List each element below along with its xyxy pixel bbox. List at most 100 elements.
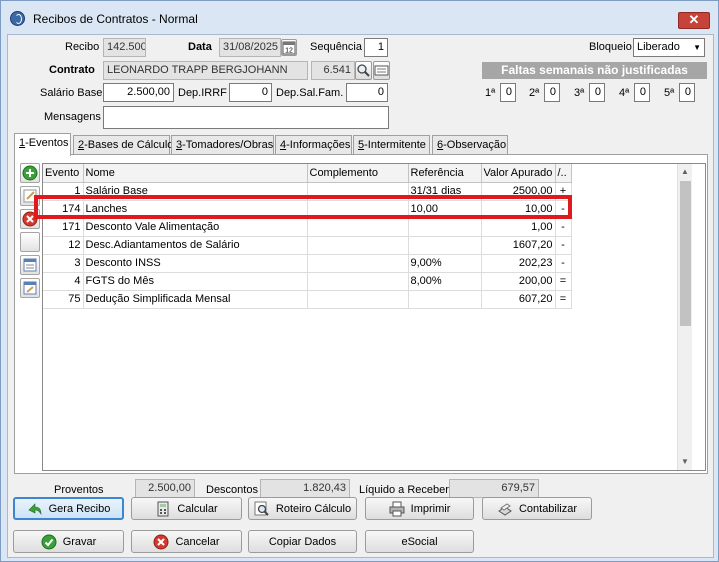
sequencia-field[interactable]: 1 (364, 38, 388, 57)
tab-bases-calculo[interactable]: 2-Bases de Cálculo (73, 135, 173, 155)
cell-evento: 3 (43, 254, 84, 273)
col-evento[interactable]: Evento (43, 164, 84, 183)
title-bar: Recibos de Contratos - Normal ✕ (1, 1, 718, 35)
proventos-label: Proventos (54, 484, 104, 496)
close-button[interactable]: ✕ (678, 12, 710, 29)
tab-intermitente[interactable]: 5-Intermitente (353, 135, 430, 155)
descontos-label: Descontos (206, 484, 258, 496)
cell-nome: Desc.Adiantamentos de Salário (83, 236, 308, 255)
cell-sinal: - (555, 236, 572, 255)
dep-salfam-field[interactable]: 0 (346, 83, 388, 102)
cell-referencia (408, 218, 482, 237)
table-row[interactable]: 4 FGTS do Mês 8,00% 200,00 = (43, 272, 572, 291)
faltas-header: Faltas semanais não justificadas (482, 62, 707, 79)
col-sinal[interactable]: /.. (555, 164, 572, 183)
imprimir-button[interactable]: Imprimir (365, 497, 474, 520)
salario-base-label: Salário Base (40, 87, 103, 99)
tab-informacoes[interactable]: 4-Informações (275, 135, 352, 155)
add-event-button[interactable] (20, 163, 40, 183)
window-title: Recibos de Contratos - Normal (33, 12, 198, 26)
faltas-week-2-field[interactable]: 0 (544, 83, 560, 102)
copiar-dados-button[interactable]: Copiar Dados (248, 530, 357, 553)
gera-recibo-button[interactable]: Gera Recibo (13, 497, 124, 520)
table-row[interactable]: 171 Desconto Vale Alimentação 1,00 - (43, 218, 572, 237)
data-label: Data (188, 41, 212, 53)
card-icon[interactable] (373, 61, 390, 80)
col-complemento[interactable]: Complemento (307, 164, 409, 183)
cell-valor: 200,00 (481, 272, 556, 291)
magnifier-icon (254, 501, 270, 517)
search-icon[interactable] (355, 61, 372, 80)
table-row[interactable]: 75 Dedução Simplificada Mensal 607,20 = (43, 290, 572, 309)
cell-nome: Desconto Vale Alimentação (83, 218, 308, 237)
cell-complemento (307, 272, 409, 291)
chevron-down-icon: ▼ (693, 43, 701, 52)
app-icon (10, 11, 25, 26)
svg-text:12: 12 (285, 48, 293, 55)
scroll-thumb[interactable] (680, 181, 691, 326)
col-valor-apurado[interactable]: Valor Apurado (481, 164, 556, 183)
cell-sinal: - (555, 254, 572, 273)
faltas-week-4-field[interactable]: 0 (634, 83, 650, 102)
liquido-field: 679,57 (449, 479, 539, 498)
scroll-up-icon[interactable]: ▲ (681, 167, 689, 176)
scroll-down-icon[interactable]: ▼ (681, 457, 689, 466)
blank-side-button[interactable] (20, 232, 40, 252)
roteiro-calculo-button[interactable]: Roteiro Cálculo (248, 497, 357, 520)
calculator-icon (155, 501, 171, 517)
tab-eventos[interactable]: 1-Eventos (14, 133, 71, 156)
faltas-week-1-field[interactable]: 0 (500, 83, 516, 102)
bloqueio-select[interactable]: Liberado ▼ (633, 38, 705, 57)
vertical-scrollbar[interactable]: ▲ ▼ (677, 164, 692, 470)
dep-irrf-field[interactable]: 0 (229, 83, 272, 102)
tab-tomadores-obras[interactable]: 3-Tomadores/Obras (171, 135, 274, 155)
cell-evento: 75 (43, 290, 84, 309)
gravar-button[interactable]: Gravar (13, 530, 124, 553)
table-row[interactable]: 3 Desconto INSS 9,00% 202,23 - (43, 254, 572, 273)
move-up-button[interactable] (20, 255, 40, 275)
faltas-week-3-label: 3ª (574, 87, 585, 99)
mensagens-label: Mensagens (44, 111, 101, 123)
cell-referencia (408, 236, 482, 255)
proventos-field: 2.500,00 (135, 479, 195, 498)
data-field[interactable]: 31/08/2025 (219, 38, 281, 57)
cell-sinal: = (555, 272, 572, 291)
cell-valor: 1607,20 (481, 236, 556, 255)
faltas-week-5-field[interactable]: 0 (679, 83, 695, 102)
cell-sinal: = (555, 290, 572, 309)
cell-nome: Desconto INSS (83, 254, 308, 273)
recibo-label: Recibo (65, 41, 100, 53)
col-referencia[interactable]: Referência (408, 164, 482, 183)
cancelar-button[interactable]: Cancelar (131, 530, 242, 553)
arrow-return-icon (27, 501, 43, 517)
dep-salfam-label: Dep.Sal.Fam. (276, 87, 344, 99)
mensagens-field[interactable] (103, 106, 389, 129)
row-highlight-annotation (34, 195, 572, 219)
cell-complemento (307, 218, 409, 237)
cell-evento: 4 (43, 272, 84, 291)
col-nome[interactable]: Nome (83, 164, 308, 183)
dep-irrf-label: Dep.IRRF (178, 87, 227, 99)
tab-observacao[interactable]: 6-Observação (432, 135, 508, 155)
move-down-button[interactable] (20, 278, 40, 298)
faltas-week-4-label: 4ª (619, 87, 630, 99)
plus-icon (22, 165, 38, 181)
sequencia-label: Sequência (310, 41, 362, 53)
window: Recibos de Contratos - Normal ✕ Recibo 1… (0, 0, 719, 562)
list-icon (23, 258, 37, 272)
cell-evento: 171 (43, 218, 84, 237)
salario-base-field[interactable]: 2.500,00 (103, 83, 174, 102)
form-content: Recibo 142.500 Data 31/08/2025 12 Sequên… (7, 34, 714, 558)
cell-evento: 12 (43, 236, 84, 255)
contrato-codigo-field[interactable]: 6.541 (311, 61, 355, 80)
calendar-icon[interactable]: 12 (281, 39, 297, 56)
faltas-week-3-field[interactable]: 0 (589, 83, 605, 102)
contabilizar-button[interactable]: Contabilizar (482, 497, 592, 520)
calcular-button[interactable]: Calcular (131, 497, 242, 520)
cell-nome: Dedução Simplificada Mensal (83, 290, 308, 309)
bloqueio-value: Liberado (637, 41, 680, 53)
faltas-week-1-label: 1ª (485, 87, 496, 99)
printer-icon (389, 501, 405, 517)
esocial-button[interactable]: eSocial (365, 530, 474, 553)
table-row-selected[interactable]: 12 Desc.Adiantamentos de Salário 1607,20… (43, 236, 572, 255)
